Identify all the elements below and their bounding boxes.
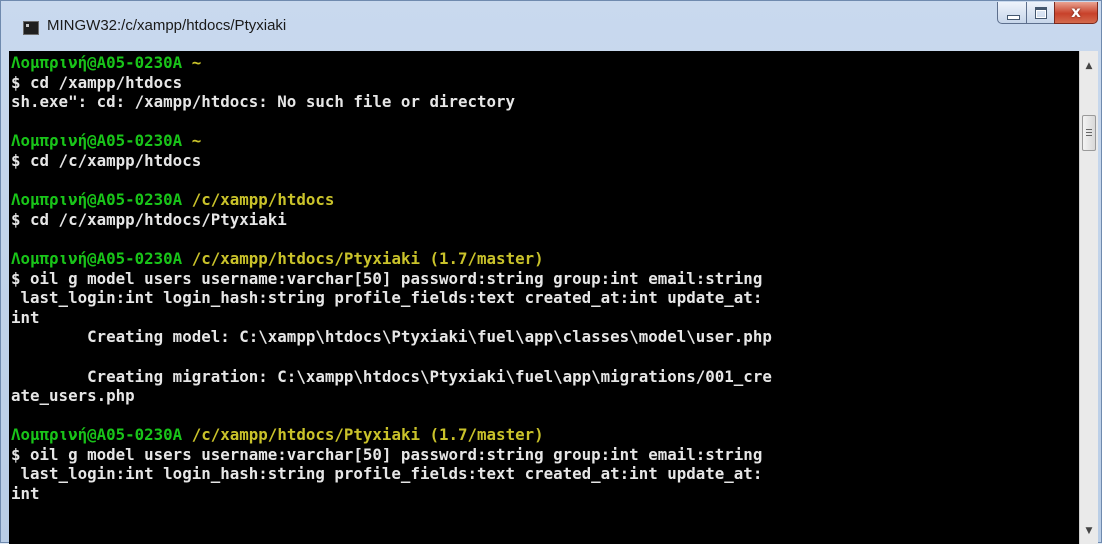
prompt-line: Λομπρινή@A05-0230A /c/xampp/htdocs/Ptyxi… [11, 249, 1079, 269]
minimize-icon [1007, 15, 1020, 20]
console-line: int [11, 484, 40, 504]
scrollbar-thumb[interactable] [1082, 115, 1096, 151]
console-line: $ oil g model users username:varchar[50]… [11, 268, 763, 288]
prompt-user-host: Λομπρινή@A05-0230A [11, 425, 183, 445]
prompt-line: Λομπρινή@A05-0230A /c/xampp/htdocs/Ptyxi… [11, 425, 1079, 445]
close-icon: x [1071, 3, 1081, 21]
thumb-grip-line [1086, 135, 1092, 136]
prompt-line: Λομπρινή@A05-0230A ~ [11, 53, 1079, 73]
console-text: Λομπρινή@A05-0230A ~ $ cd /xampp/htdocs sh… [9, 51, 1079, 504]
console-line: last_login:int login_hash:string profile… [11, 464, 763, 484]
prompt-path: ~ [191, 131, 202, 151]
thumb-grip-line [1086, 129, 1092, 130]
scroll-up-arrow-icon[interactable]: ▲ [1080, 57, 1098, 75]
console-line: $ cd /xampp/htdocs [11, 72, 183, 92]
console-line: Creating migration: C:\xampp\htdocs\Ptyx… [11, 366, 772, 386]
prompt-user-host: Λομπρινή@A05-0230A [11, 248, 183, 268]
maximize-icon [1035, 7, 1047, 19]
terminal-app-icon[interactable] [23, 21, 39, 35]
console-line: sh.exe": cd: /xampp/htdocs: No such file… [11, 92, 516, 112]
title-bar[interactable]: MINGW32:/c/xampp/htdocs/Ptyxiaki x [1, 1, 1101, 51]
console-output[interactable]: Λομπρινή@A05-0230A ~ $ cd /xampp/htdocs sh… [9, 51, 1079, 544]
vertical-scrollbar[interactable]: ▲ ▼ [1079, 51, 1098, 544]
prompt-path: /c/xampp/htdocs [191, 190, 335, 210]
prompt-path: /c/xampp/htdocs/Ptyxiaki (1.7/master) [191, 248, 544, 268]
console-line: last_login:int login_hash:string profile… [11, 288, 763, 308]
window-title: MINGW32:/c/xampp/htdocs/Ptyxiaki [47, 17, 287, 34]
prompt-line: Λομπρινή@A05-0230A ~ [11, 131, 1079, 151]
close-button[interactable]: x [1054, 2, 1098, 24]
console-line: $ oil g model users username:varchar[50]… [11, 444, 763, 464]
console-line: Creating model: C:\xampp\htdocs\Ptyxiaki… [11, 327, 772, 347]
minimize-button[interactable] [997, 2, 1027, 24]
prompt-user-host: Λομπρινή@A05-0230A [11, 53, 183, 72]
terminal-window: MINGW32:/c/xampp/htdocs/Ptyxiaki x Λομπρ… [0, 0, 1102, 544]
prompt-user-host: Λομπρινή@A05-0230A [11, 190, 183, 210]
console-line: $ cd /c/xampp/htdocs/Ptyxiaki [11, 209, 287, 229]
prompt-user-host: Λομπρινή@A05-0230A [11, 131, 183, 151]
prompt-path: /c/xampp/htdocs/Ptyxiaki (1.7/master) [191, 425, 544, 445]
prompt-path: ~ [191, 53, 202, 72]
scroll-down-arrow-icon[interactable]: ▼ [1080, 522, 1098, 540]
thumb-grip-line [1086, 132, 1092, 133]
console-line: $ cd /c/xampp/htdocs [11, 150, 202, 170]
maximize-button[interactable] [1026, 2, 1055, 24]
console-line: ate_users.php [11, 386, 135, 406]
prompt-line: Λομπρινή@A05-0230A /c/xampp/htdocs [11, 190, 1079, 210]
console-line: int [11, 307, 40, 327]
